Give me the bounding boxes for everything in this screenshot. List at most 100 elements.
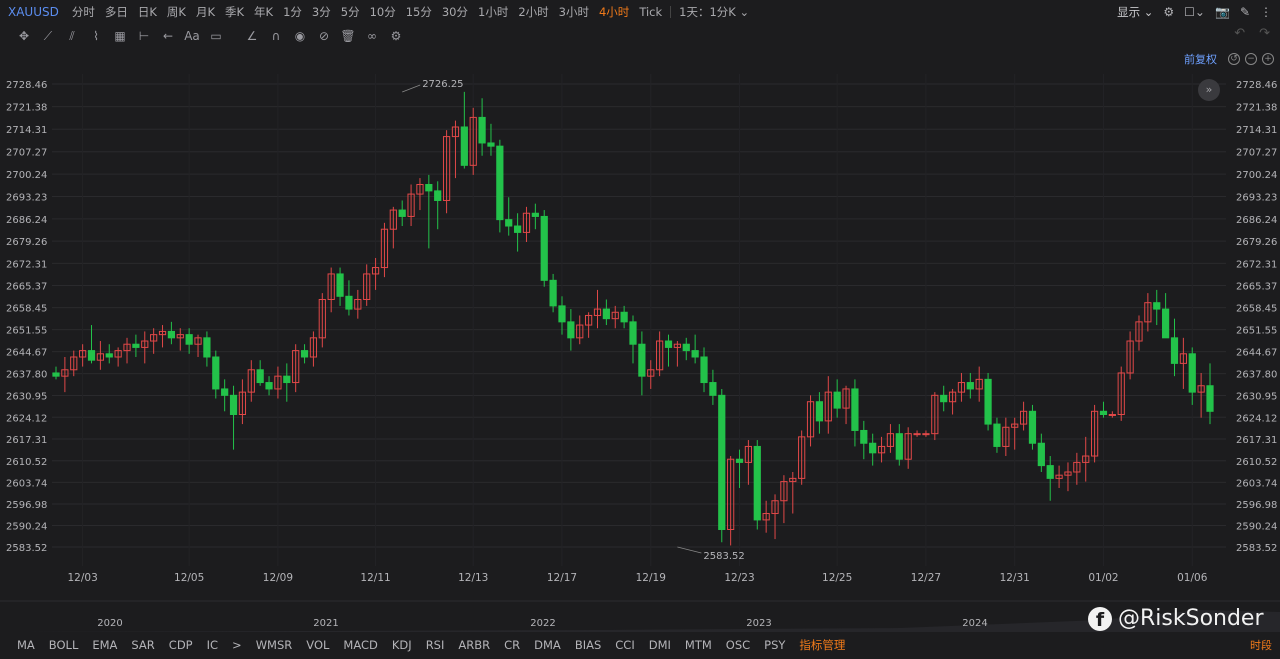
candle-body[interactable] (549, 279, 557, 307)
x-tick-label: 01/02 (1088, 572, 1118, 584)
indicator-arbr[interactable]: ARBR (451, 638, 497, 652)
candle-body[interactable] (753, 445, 761, 521)
candle-body[interactable] (256, 369, 264, 384)
candle-body[interactable] (505, 219, 513, 227)
candle-body[interactable] (620, 311, 628, 323)
y-tick-label-left: 2700.24 (6, 170, 47, 181)
y-tick-label-right: 2672.31 (1236, 259, 1277, 270)
candle-body[interactable] (132, 343, 140, 348)
candle-body[interactable] (1188, 353, 1196, 393)
candle-body[interactable] (833, 391, 841, 409)
indicator-rsi[interactable]: RSI (419, 638, 452, 652)
candle-body[interactable] (167, 330, 176, 339)
candle-body[interactable] (1099, 410, 1108, 415)
candle-body[interactable] (265, 382, 273, 390)
candle-body[interactable] (1028, 410, 1037, 444)
candle-body[interactable] (682, 343, 690, 352)
candle-body[interactable] (513, 225, 522, 233)
candle-body[interactable] (460, 126, 468, 166)
candle-body[interactable] (567, 321, 575, 339)
candle-body[interactable] (913, 433, 921, 436)
candle-body[interactable] (1170, 337, 1179, 364)
candle-body[interactable] (105, 353, 113, 358)
candle-body[interactable] (1108, 413, 1116, 416)
candle-body[interactable] (700, 356, 708, 384)
candle-body[interactable] (336, 273, 344, 297)
candle-body[interactable] (87, 350, 96, 361)
candle-body[interactable] (283, 375, 291, 384)
candle-body[interactable] (718, 394, 726, 530)
y-tick-label-right: 2624.12 (1236, 413, 1277, 424)
indicator-boll[interactable]: BOLL (42, 638, 86, 652)
candle-body[interactable] (709, 382, 717, 396)
candle-body[interactable] (425, 183, 433, 192)
indicator-ema[interactable]: EMA (85, 638, 124, 652)
indicator-kdj[interactable]: KDJ (385, 638, 419, 652)
candle-body[interactable] (984, 378, 992, 425)
indicator-ma[interactable]: MA (10, 638, 42, 652)
candle-body[interactable] (221, 388, 229, 396)
candle-body[interactable] (229, 394, 238, 415)
candle-body[interactable] (664, 340, 673, 348)
indicator-mtm[interactable]: MTM (678, 638, 719, 652)
y-tick-label-left: 2610.52 (6, 457, 47, 468)
candle-body[interactable] (1162, 308, 1170, 339)
candle-body[interactable] (629, 321, 637, 345)
candle-body[interactable] (478, 116, 486, 144)
candle-body[interactable] (345, 295, 353, 310)
candle-body[interactable] (434, 190, 442, 201)
candle-body[interactable] (940, 394, 948, 403)
expand-panel-icon[interactable]: » (1198, 79, 1220, 101)
indicator-bias[interactable]: BIAS (568, 638, 608, 652)
indicator-sar[interactable]: SAR (124, 638, 161, 652)
indicator-manage-button[interactable]: 指标管理 (792, 637, 852, 653)
candle-body[interactable] (487, 142, 495, 147)
candle-body[interactable] (558, 305, 566, 323)
indicator-osc[interactable]: OSC (719, 638, 757, 652)
candle-body[interactable] (869, 442, 877, 454)
candle-body[interactable] (851, 388, 859, 431)
candle-body[interactable] (735, 458, 744, 463)
y-tick-label-left: 2651.55 (6, 326, 47, 337)
chevron-right-icon[interactable]: > (225, 638, 249, 652)
candle-body[interactable] (638, 343, 646, 377)
indicator-cci[interactable]: CCI (608, 638, 641, 652)
candle-body[interactable] (815, 401, 824, 422)
indicator-vol[interactable]: VOL (299, 638, 336, 652)
y-tick-label-left: 2686.24 (6, 215, 47, 226)
candle-body[interactable] (922, 433, 930, 436)
y-tick-label-right: 2714.31 (1236, 125, 1277, 136)
candle-body[interactable] (531, 212, 539, 217)
candle-body[interactable] (966, 382, 974, 390)
candlestick-chart[interactable]: 2728.46 2728.46 2721.38 2721.38 2714.31 2714.… (0, 0, 1280, 634)
candle-body[interactable] (185, 334, 193, 345)
candle-body[interactable] (203, 337, 211, 358)
candle-body[interactable] (212, 356, 220, 390)
candle-body[interactable] (1153, 302, 1161, 310)
indicator-dma[interactable]: DMA (527, 638, 568, 652)
indicator-psy[interactable]: PSY (757, 638, 792, 652)
candle-body[interactable] (540, 215, 548, 281)
candle-body[interactable] (1206, 385, 1214, 412)
candle-body[interactable] (52, 372, 60, 377)
x-tick-label: 12/23 (724, 572, 754, 584)
indicator-cdp[interactable]: CDP (162, 638, 200, 652)
candle-body[interactable] (1037, 442, 1045, 467)
indicator-cr[interactable]: CR (497, 638, 527, 652)
candle-body[interactable] (602, 308, 610, 320)
candle-body[interactable] (860, 429, 868, 444)
candle-body[interactable] (496, 145, 504, 221)
time-segment-button[interactable]: 时段 (1250, 637, 1272, 653)
candle-body[interactable] (895, 433, 903, 460)
indicator-bar: MA BOLL EMA SAR CDP IC > WMSR VOL MACD KDJ RSI ARBR C… (0, 634, 1280, 656)
candle-body[interactable] (300, 350, 309, 358)
indicator-wmsr[interactable]: WMSR (249, 638, 300, 652)
candle-body[interactable] (993, 423, 1001, 447)
y-tick-label-right: 2583.52 (1236, 543, 1277, 554)
indicator-macd[interactable]: MACD (336, 638, 384, 652)
indicator-ic[interactable]: IC (200, 638, 225, 652)
candle-body[interactable] (1046, 465, 1054, 479)
indicator-dmi[interactable]: DMI (642, 638, 678, 652)
candle-body[interactable] (691, 350, 699, 358)
candle-body[interactable] (398, 209, 406, 217)
